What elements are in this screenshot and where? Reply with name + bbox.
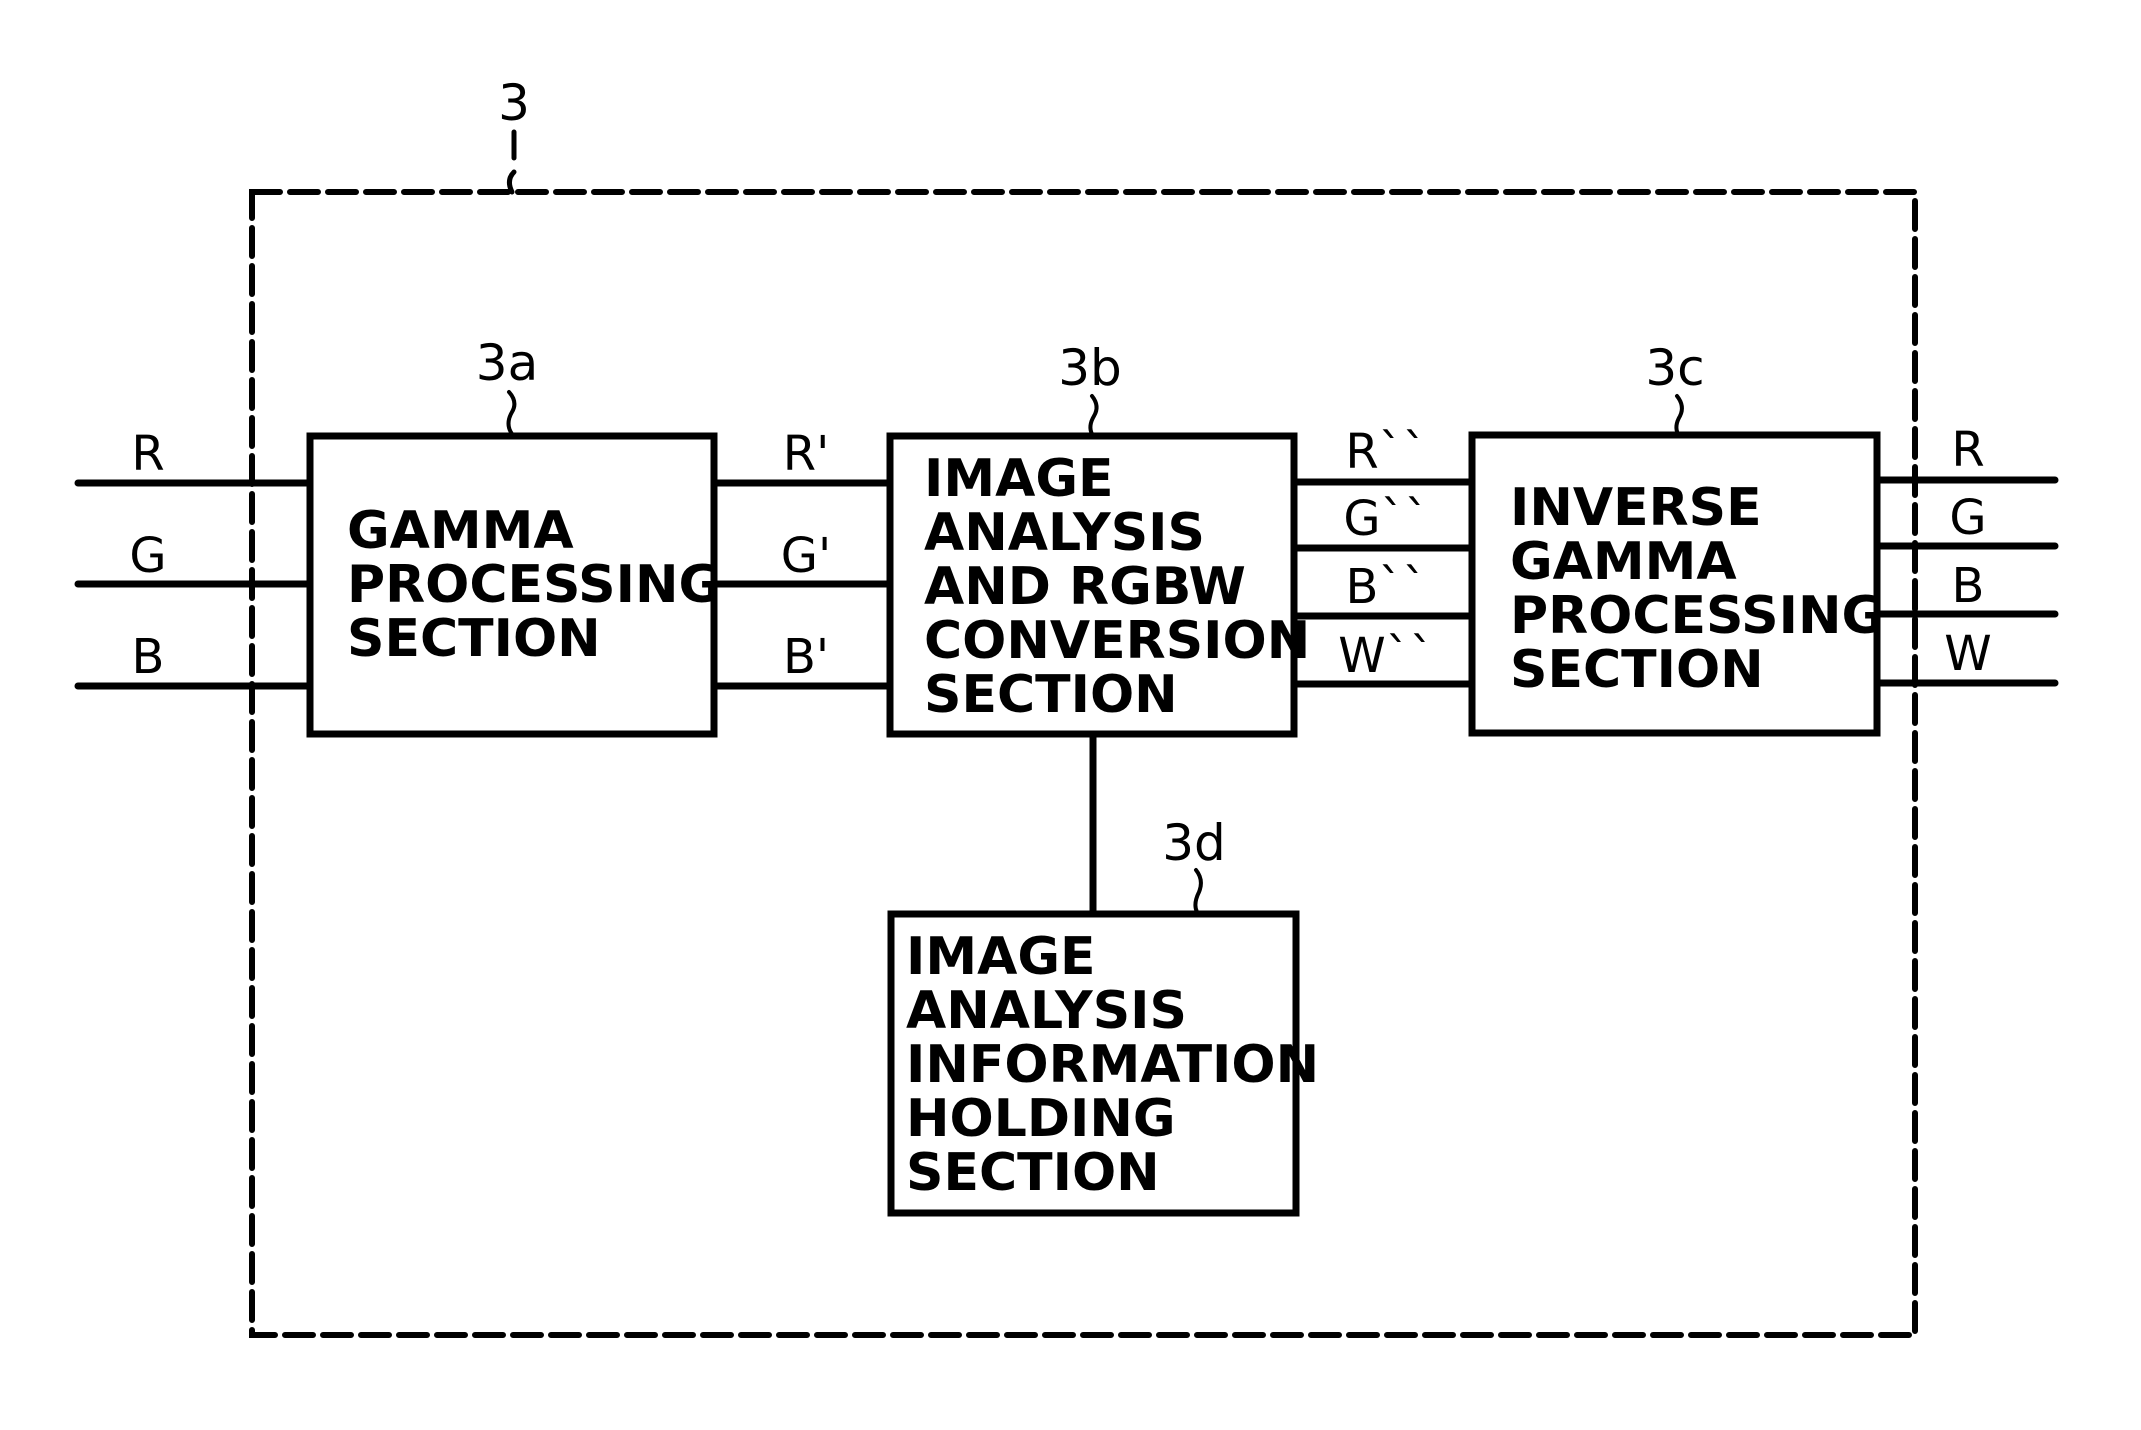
block-3d-label-line-1: IMAGE	[906, 927, 1096, 987]
gamma-out-label-g: G'	[781, 528, 831, 584]
block-3b-label-line-3: AND RGBW	[924, 557, 1246, 617]
block-3d-label-line-2: ANALYSIS	[906, 981, 1187, 1041]
output-label-w: W	[1944, 626, 1991, 682]
block-3d-ref-leader	[1193, 868, 1203, 914]
block-3b-label-line-2: ANALYSIS	[924, 503, 1205, 563]
output-label-g: G	[1949, 490, 1986, 546]
block-3a-ref-label: 3a	[476, 334, 538, 392]
input-label-b: B	[132, 629, 165, 685]
output-label-b: B	[1952, 558, 1985, 614]
input-label-r: R	[131, 426, 164, 482]
conv-out-label-w: W``	[1338, 628, 1433, 684]
block-3a-ref-leader	[506, 390, 517, 436]
block-3b-ref-label: 3b	[1058, 339, 1122, 397]
block-3b-label-line-4: CONVERSION	[924, 611, 1310, 671]
block-3a-label-line-1: GAMMA	[347, 501, 574, 561]
block-3b-label-line-5: SECTION	[924, 665, 1178, 725]
output-label-r: R	[1951, 422, 1984, 478]
input-lines	[74, 479, 312, 690]
conv-out-label-b: B``	[1346, 559, 1427, 615]
block-diagram: 3 R G B 3a GAMMA PROCESSING SECTION R' G…	[74, 74, 2059, 1338]
input-label-g: G	[129, 528, 166, 584]
container-ref-leader	[506, 129, 517, 195]
block-3c-label-line-3: PROCESSING	[1510, 586, 1884, 646]
block-3d-label-line-3: INFORMATION	[906, 1035, 1319, 1095]
conv-out-label-r: R``	[1345, 424, 1426, 480]
block-3b-ref-leader	[1088, 394, 1099, 436]
gamma-out-label-r: R'	[783, 426, 830, 482]
conv-out-label-g: G``	[1343, 491, 1428, 547]
block-3c-label-line-2: GAMMA	[1510, 532, 1737, 592]
block-3d-label-line-5: SECTION	[906, 1143, 1160, 1203]
block-3d-ref-label: 3d	[1162, 814, 1226, 872]
block-3c-label-line-4: SECTION	[1510, 640, 1764, 700]
block-3c-ref-leader	[1674, 394, 1684, 436]
block-3a-label-line-2: PROCESSING	[347, 555, 721, 615]
container-ref-label: 3	[498, 74, 530, 132]
block-3d-label-line-4: HOLDING	[906, 1089, 1176, 1149]
block-3c-label-line-1: INVERSE	[1510, 478, 1762, 538]
block-3b-label-line-1: IMAGE	[924, 449, 1114, 509]
block-3a-label-line-3: SECTION	[347, 609, 601, 669]
gamma-out-label-b: B'	[783, 629, 829, 685]
block-3c-ref-label: 3c	[1645, 339, 1704, 397]
